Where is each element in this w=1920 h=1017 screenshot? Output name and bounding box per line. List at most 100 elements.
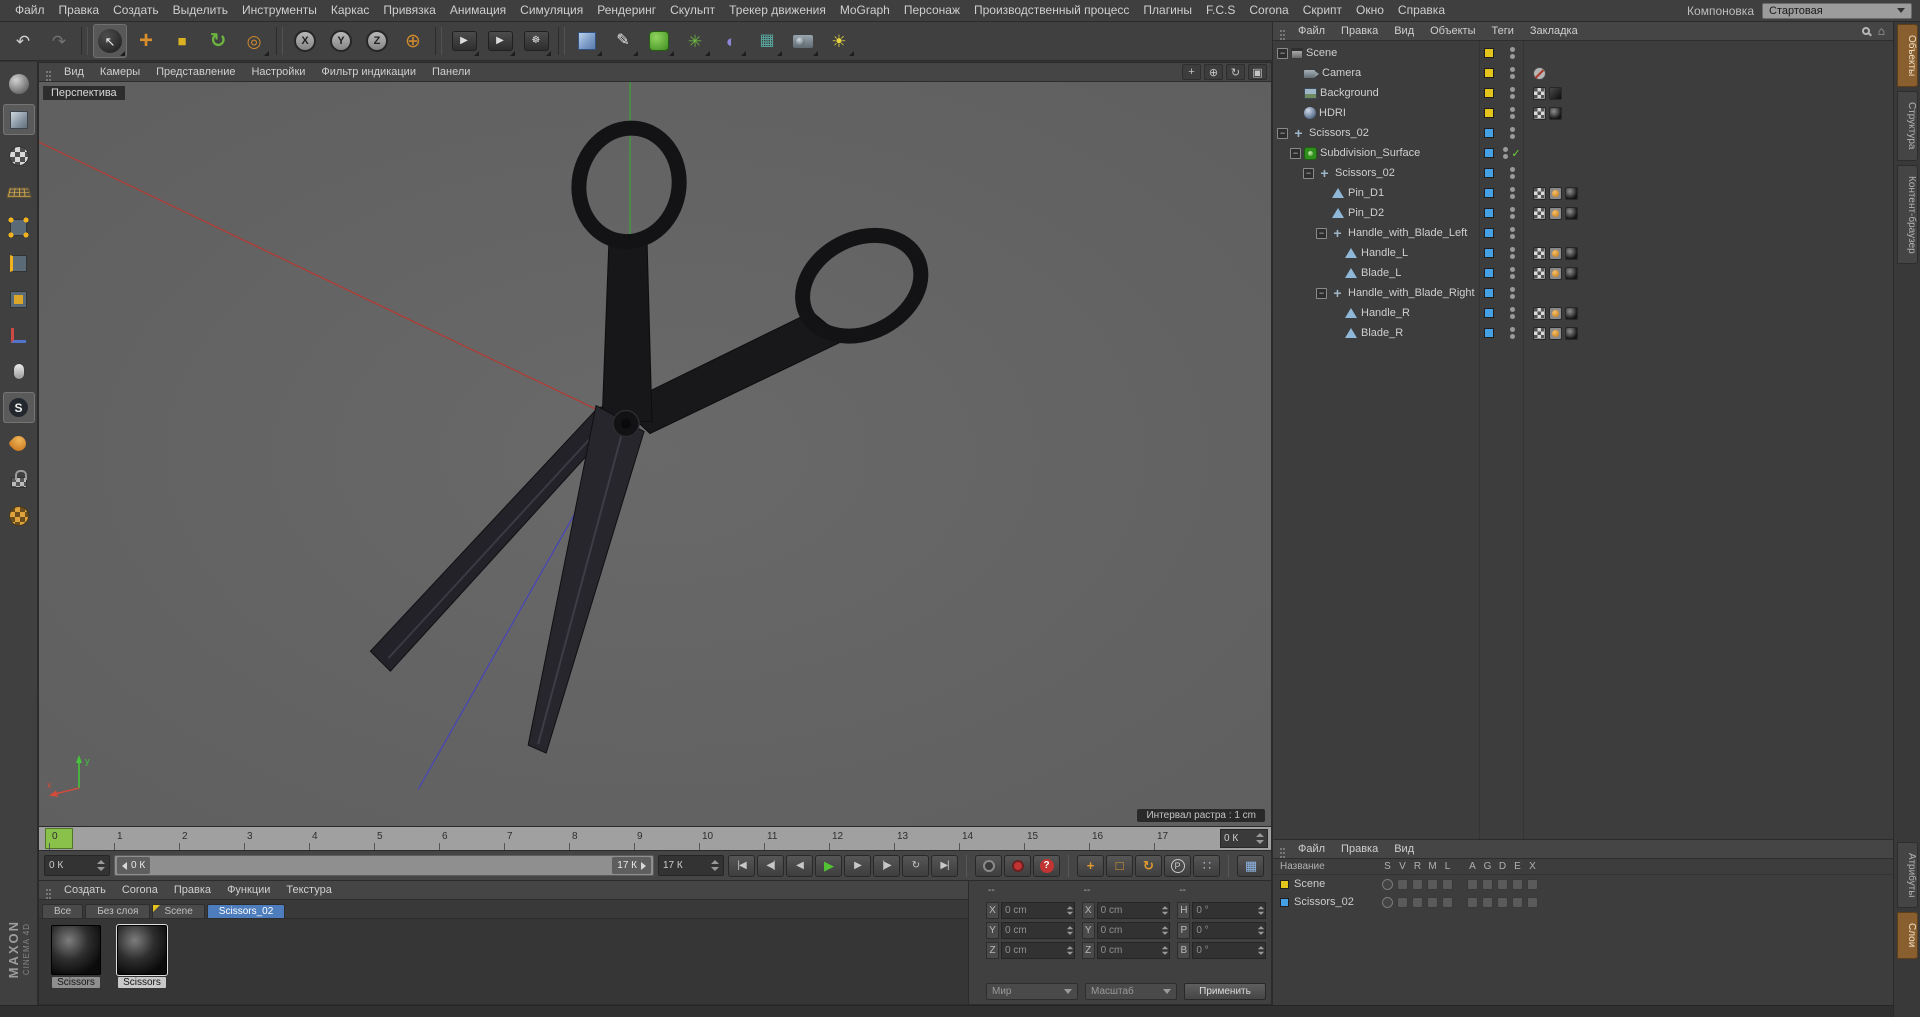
size-input[interactable] <box>1096 941 1171 959</box>
object-row[interactable]: Pin_D2 <box>1273 203 1893 223</box>
play-button[interactable]: ▶ <box>815 854 842 877</box>
object-row[interactable]: − Scissors_02 <box>1273 123 1893 143</box>
side-tab[interactable]: Слои <box>1897 912 1918 959</box>
lock-workplane-button[interactable] <box>3 464 35 495</box>
axis-mode-button[interactable] <box>3 320 35 351</box>
visibility-dots[interactable] <box>1509 87 1515 99</box>
object-row[interactable]: Background <box>1273 83 1893 103</box>
layer-toggle-g[interactable] <box>1482 878 1493 890</box>
material-menu-item[interactable]: Правка <box>166 881 219 899</box>
key-parameter-button[interactable]: P <box>1164 854 1191 877</box>
lock-z-axis-button[interactable]: Z <box>360 24 394 58</box>
key-position-button[interactable]: + <box>1077 854 1104 877</box>
menu-item[interactable]: Файл <box>8 0 52 21</box>
menu-item[interactable]: Плагины <box>1136 0 1199 21</box>
layer-toggle-r[interactable] <box>1412 878 1423 890</box>
uvw-tag[interactable] <box>1533 86 1546 100</box>
material-tag[interactable] <box>1549 106 1562 120</box>
layer-color-chip[interactable] <box>1484 268 1494 278</box>
visibility-dots[interactable] <box>1509 67 1515 79</box>
layer-toggle-s[interactable] <box>1382 878 1393 890</box>
material-tag[interactable] <box>1565 326 1578 340</box>
material-menu-item[interactable]: Текстура <box>278 881 339 899</box>
polygons-mode-button[interactable] <box>3 284 35 315</box>
layer-toggle-x[interactable] <box>1527 878 1538 890</box>
search-icon[interactable] <box>1861 27 1870 35</box>
workplane-mode-button[interactable] <box>3 176 35 207</box>
viewport-menu-item[interactable]: Панели <box>424 63 478 81</box>
apply-button[interactable]: Применить <box>1184 983 1266 1000</box>
object-row[interactable]: − Scene <box>1273 43 1893 63</box>
prohibition-tag[interactable] <box>1533 66 1546 80</box>
layer-color-chip[interactable] <box>1484 208 1494 218</box>
layer-color-chip[interactable] <box>1484 148 1494 158</box>
visibility-dots[interactable] <box>1509 47 1515 59</box>
camera-button[interactable] <box>786 24 820 58</box>
menu-item[interactable]: Производственный процесс <box>967 0 1136 21</box>
collapse-icon[interactable]: − <box>1277 127 1288 139</box>
scale-tool[interactable]: ■ <box>165 24 199 58</box>
rotate-tool[interactable]: ↻ <box>201 24 235 58</box>
render-view-button[interactable]: ▶ <box>447 24 481 58</box>
uvw-tag[interactable] <box>1533 206 1546 220</box>
layer-row[interactable]: Scene <box>1273 875 1893 893</box>
layer-toggle-v[interactable] <box>1397 878 1408 890</box>
range-end-handle[interactable]: 17 К <box>612 857 651 874</box>
menu-item[interactable]: Скульпт <box>663 0 722 21</box>
object-row[interactable]: HDRI <box>1273 103 1893 123</box>
layer-toggle-g[interactable] <box>1482 896 1493 908</box>
object-row[interactable]: Handle_R <box>1273 303 1893 323</box>
end-frame-field[interactable]: 17 К <box>658 855 724 876</box>
lights-button[interactable]: ☀ <box>822 24 856 58</box>
material-layer-tab[interactable]: Scene <box>152 904 205 918</box>
layer-color-chip[interactable] <box>1484 108 1494 118</box>
compositing-tag[interactable] <box>1549 86 1562 100</box>
undo-button[interactable]: ↶ <box>6 24 40 58</box>
deformers-button[interactable]: ◐ <box>714 24 748 58</box>
material-tag[interactable] <box>1565 266 1578 280</box>
object-menu-item[interactable]: Объекты <box>1422 22 1483 40</box>
prev-key-button[interactable]: ◀| <box>757 854 784 877</box>
uvw-tag[interactable] <box>1533 106 1546 120</box>
material-layer-tab[interactable]: Все <box>42 904 84 918</box>
object-menu-item[interactable]: Правка <box>1333 22 1386 40</box>
key-pla-button[interactable]: ∷ <box>1193 854 1220 877</box>
object-row[interactable]: − Subdivision_Surface ✓ <box>1273 143 1893 163</box>
render-settings-button[interactable]: ☸ <box>519 24 553 58</box>
menu-item[interactable]: Создать <box>106 0 166 21</box>
viewport-canvas[interactable]: Перспектива y x Интервал растра: 1 cm <box>39 82 1271 826</box>
side-tab[interactable]: Объекты <box>1897 24 1918 88</box>
record-autokey-button[interactable] <box>1004 854 1031 877</box>
collapse-icon[interactable]: − <box>1303 167 1314 179</box>
menu-item[interactable]: MoGraph <box>833 0 897 21</box>
space-dropdown[interactable]: Мир <box>986 983 1078 1000</box>
material-tag[interactable] <box>1565 186 1578 200</box>
layer-color-chip[interactable] <box>1484 48 1494 58</box>
layer-toggle-e[interactable] <box>1512 896 1523 908</box>
layer-color-chip[interactable] <box>1484 88 1494 98</box>
layer-toggle-d[interactable] <box>1497 878 1508 890</box>
range-start-handle[interactable]: 0 К <box>117 857 151 874</box>
object-menu-item[interactable]: Закладка <box>1522 22 1586 40</box>
generators-button[interactable] <box>642 24 676 58</box>
layer-toggle-x[interactable] <box>1527 896 1538 908</box>
layer-toggle-l[interactable] <box>1442 896 1453 908</box>
uvw-tag[interactable] <box>1533 246 1546 260</box>
goto-start-button[interactable]: |◀ <box>728 854 755 877</box>
spline-pen-button[interactable]: ✎ <box>606 24 640 58</box>
uvw-tag[interactable] <box>1533 326 1546 340</box>
layer-toggle-m[interactable] <box>1427 878 1438 890</box>
rotation-dropdown[interactable]: -- <box>1177 883 1266 898</box>
side-tab[interactable]: Контент-браузер <box>1897 164 1918 265</box>
goto-end-button[interactable]: ▶| <box>931 854 958 877</box>
object-row[interactable]: − Handle_with_Blade_Right <box>1273 283 1893 303</box>
pan-view-icon[interactable]: + <box>1182 64 1201 80</box>
paint-button[interactable] <box>3 428 35 459</box>
current-frame-spin[interactable]: 0 К <box>1220 829 1268 848</box>
menu-item[interactable]: Правка <box>52 0 107 21</box>
menu-item[interactable]: Анимация <box>443 0 513 21</box>
material-menu-item[interactable]: Corona <box>114 881 166 899</box>
enabled-checkmark[interactable]: ✓ <box>1511 147 1520 160</box>
viewport-menu-item[interactable]: Представление <box>148 63 243 81</box>
timeline-ruler[interactable]: 0 1 2 3 4 5 6 7 8 9 10 11 12 13 14 15 16 17 0 К <box>38 827 1272 851</box>
